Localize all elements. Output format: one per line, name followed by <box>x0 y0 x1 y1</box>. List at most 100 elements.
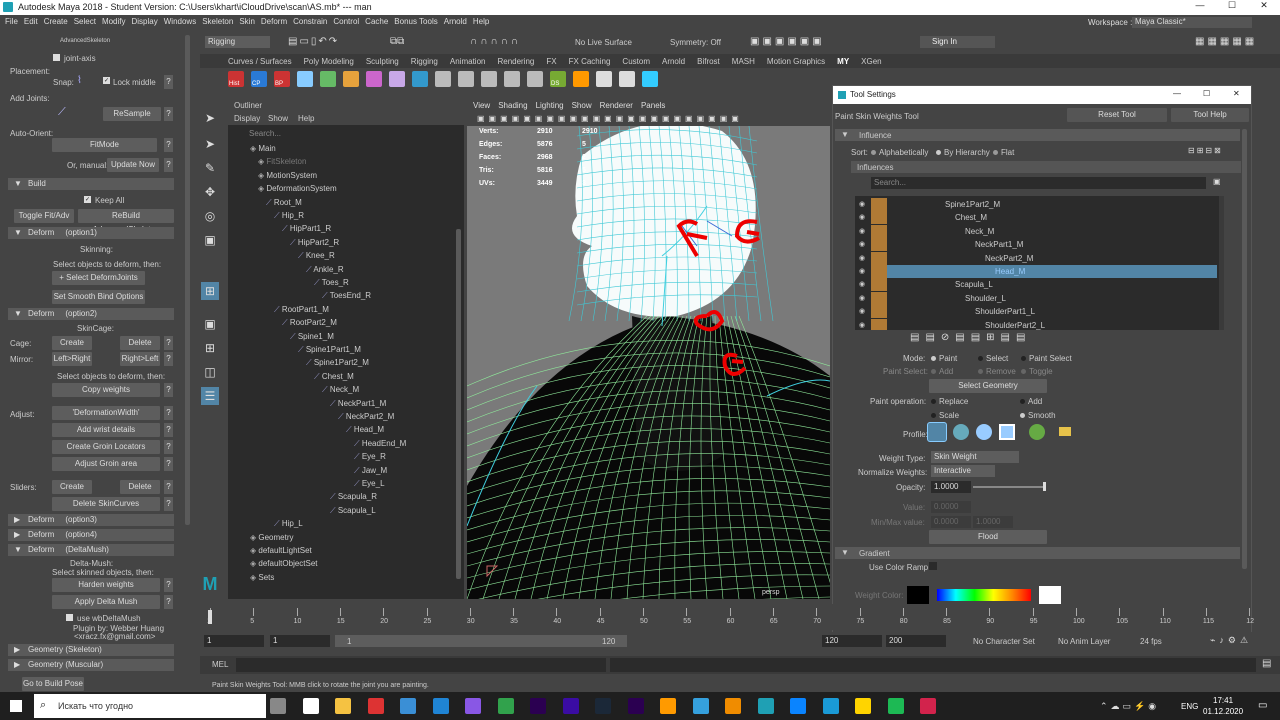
outliner-item[interactable]: ⟋ Spine1_M <box>290 332 334 342</box>
eye-icon[interactable]: ◉ <box>859 240 865 248</box>
render-icons[interactable]: ▣▣▣▣▣▣ <box>750 36 880 48</box>
outliner-item[interactable]: ◈ Geometry <box>250 533 294 542</box>
opacity-slider[interactable] <box>973 486 1043 488</box>
build-section[interactable]: ▼ Build <box>8 178 174 190</box>
eye-icon[interactable]: ◉ <box>859 294 865 302</box>
mel-label[interactable]: MEL <box>212 660 228 669</box>
viewport-menu-item[interactable]: Panels <box>641 101 665 110</box>
sort-by-hierarchy[interactable]: By Hierarchy <box>936 148 990 157</box>
reset-tool-button[interactable]: Reset Tool <box>1067 108 1167 122</box>
mode-paint[interactable]: Paint <box>931 354 957 363</box>
min-input[interactable]: 0.0000 <box>931 516 971 528</box>
weight-type-dropdown[interactable]: Skin Weight <box>931 451 1019 463</box>
rebuild-button[interactable]: ReBuild AdvancedSkeleton <box>78 209 174 234</box>
mode-select[interactable]: Select <box>978 354 1008 363</box>
outliner-menu-help[interactable]: Help <box>298 114 314 123</box>
eye-icon[interactable]: ◉ <box>859 307 865 315</box>
adjust-groin-button[interactable]: Adjust Groin area <box>52 457 160 471</box>
taskbar-app-icon[interactable] <box>692 698 709 714</box>
add-wrist-button[interactable]: Add wrist details <box>52 423 160 437</box>
color-ramp[interactable] <box>937 589 1031 601</box>
influence-row[interactable]: ◉ NeckPart2_M <box>855 251 1219 265</box>
lock-icon[interactable] <box>871 305 887 319</box>
op-scale[interactable]: Scale <box>931 411 959 420</box>
taskbar-app-icon[interactable] <box>660 698 676 714</box>
viewport-menu-item[interactable]: Lighting <box>536 101 564 110</box>
influence-row[interactable]: ◉ Chest_M <box>855 211 1219 225</box>
taskbar-app-icon[interactable] <box>887 698 904 714</box>
taskbar-app-icon[interactable] <box>530 698 546 714</box>
solid-brush-icon[interactable] <box>976 424 992 440</box>
outliner-item[interactable]: ⟋ Hip_L <box>274 519 303 529</box>
shelf-tool-icon[interactable] <box>343 71 359 87</box>
sort-flat[interactable]: Flat <box>993 148 1014 157</box>
outliner-scrollbar[interactable] <box>456 229 461 579</box>
copy-weights-button[interactable]: Copy weights <box>52 383 160 397</box>
ramp-white-swatch[interactable] <box>1039 586 1061 604</box>
outliner-item[interactable]: ⟋ Knee_R <box>298 251 335 261</box>
script-editor-icon[interactable]: ▤ <box>1262 658 1271 669</box>
minimize-button[interactable]: — <box>1190 0 1210 15</box>
outliner-menu-show[interactable]: Show <box>268 114 288 123</box>
sign-in[interactable]: Sign In <box>920 36 995 48</box>
outliner-item[interactable]: ◈ FitSkeleton <box>258 157 306 166</box>
ts-minimize-button[interactable]: — <box>1173 89 1181 98</box>
shelf-tool-icon[interactable]: CP <box>251 71 267 87</box>
help-button[interactable]: ? <box>164 595 173 609</box>
taskbar-app-icon[interactable] <box>855 698 871 714</box>
menu-skeleton[interactable]: Skeleton <box>199 17 236 26</box>
clear-search-icon[interactable]: ▣ <box>1213 177 1221 186</box>
workspace-select[interactable]: Maya Classic* <box>1132 17 1252 28</box>
menu-control[interactable]: Control <box>330 17 362 26</box>
soft-brush-icon[interactable] <box>953 424 969 440</box>
menu-deform[interactable]: Deform <box>258 17 290 26</box>
taskbar-app-icon[interactable] <box>270 698 286 714</box>
help-button[interactable]: ? <box>164 352 173 366</box>
image-brush-icon[interactable] <box>1029 424 1045 440</box>
influence-row[interactable]: ◉ NeckPart1_M <box>855 238 1219 252</box>
opacity-slider-handle[interactable] <box>1043 482 1046 491</box>
influence-search-input[interactable]: Search... <box>871 177 1206 189</box>
right-left-button[interactable]: Right>Left <box>120 352 160 366</box>
current-frame-marker[interactable] <box>208 610 212 624</box>
influence-row[interactable]: ◉ Head_M <box>855 265 1219 278</box>
taskbar-app-icon[interactable] <box>595 698 611 714</box>
outliner-item[interactable]: ⟋ NeckPart1_M <box>330 399 386 409</box>
menu-bonus-tools[interactable]: Bonus Tools <box>391 17 440 26</box>
outliner-item[interactable]: ⟋ HipPart2_R <box>290 238 339 248</box>
build-pose-button[interactable]: Go to Build Pose <box>22 677 84 691</box>
taskbar-app-icon[interactable] <box>920 698 936 714</box>
menu-cache[interactable]: Cache <box>362 17 391 26</box>
two-view-icon[interactable]: ◫ <box>201 363 219 381</box>
taskbar-app-icon[interactable] <box>725 698 741 714</box>
shelf-tab[interactable]: MASH <box>732 57 755 66</box>
menu-windows[interactable]: Windows <box>161 17 199 26</box>
viewport-menu-item[interactable]: View <box>473 101 490 110</box>
help-button[interactable]: ? <box>164 457 173 471</box>
anim-layer-dropdown[interactable]: No Anim Layer <box>1058 637 1110 646</box>
outliner-item[interactable]: ⟋ NeckPart2_M <box>338 412 394 422</box>
eye-icon[interactable]: ◉ <box>859 200 865 208</box>
joint-icon[interactable]: ⟋ <box>58 106 72 120</box>
taskbar-app-icon[interactable] <box>757 698 774 714</box>
shelf-tool-icon[interactable] <box>573 71 589 87</box>
single-view-icon[interactable]: ▣ <box>201 315 219 333</box>
end-frame-input[interactable]: 200 <box>886 635 946 647</box>
panel-icons[interactable]: ▦▦▦▦▦ <box>1195 36 1275 48</box>
ts-close-button[interactable]: ✕ <box>1233 89 1240 98</box>
influence-scrollbar[interactable] <box>1219 196 1224 330</box>
ts-scrollbar[interactable] <box>1242 129 1247 569</box>
mel-input[interactable] <box>236 658 606 672</box>
clock-date[interactable]: 01.12.2020 <box>1203 707 1243 716</box>
help-button[interactable]: ? <box>164 158 173 172</box>
shelf-tool-icon[interactable]: DS <box>550 71 566 87</box>
deform-option1-section[interactable]: ▼ Deform (option1) <box>8 227 174 239</box>
outliner-item[interactable]: ⟋ Toes_R <box>314 278 349 288</box>
lock-icon[interactable] <box>871 224 887 238</box>
menu-arnold[interactable]: Arnold <box>441 17 470 26</box>
cage-delete-button[interactable]: Delete <box>120 336 160 350</box>
flood-button[interactable]: Flood <box>929 530 1047 544</box>
op-add[interactable]: Add <box>1020 397 1042 406</box>
taskbar-app-icon[interactable] <box>627 698 644 714</box>
file-icons[interactable]: ▤▭▯↶↷ <box>288 36 378 48</box>
